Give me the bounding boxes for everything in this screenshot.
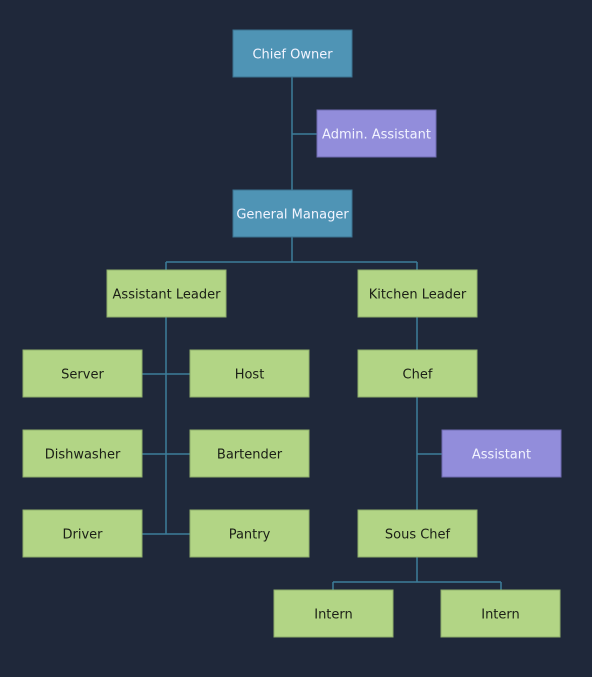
node-chief-owner[interactable]: Chief Owner (232, 29, 353, 78)
node-admin-assistant[interactable]: Admin. Assistant (316, 109, 437, 158)
node-label: Driver (62, 528, 103, 543)
node-sous-chef[interactable]: Sous Chef (357, 509, 478, 558)
node-kitchen-leader[interactable]: Kitchen Leader (357, 269, 478, 318)
node-pantry[interactable]: Pantry (189, 509, 310, 558)
node-assistant-leader[interactable]: Assistant Leader (106, 269, 227, 318)
node-label: Intern (314, 608, 353, 623)
node-label: General Manager (236, 208, 349, 223)
node-label: Assistant Leader (113, 288, 222, 303)
node-label: Server (61, 368, 104, 383)
node-label: Assistant (472, 448, 531, 463)
node-host[interactable]: Host (189, 349, 310, 398)
node-intern-1[interactable]: Intern (273, 589, 394, 638)
node-dishwasher[interactable]: Dishwasher (22, 429, 143, 478)
node-bartender[interactable]: Bartender (189, 429, 310, 478)
node-driver[interactable]: Driver (22, 509, 143, 558)
node-label: Intern (481, 608, 520, 623)
node-label: Host (235, 368, 265, 383)
node-assistant[interactable]: Assistant (441, 429, 562, 478)
node-label: Sous Chef (385, 528, 451, 543)
node-label: Bartender (217, 448, 283, 463)
node-chef[interactable]: Chef (357, 349, 478, 398)
node-label: Pantry (229, 528, 271, 543)
node-intern-2[interactable]: Intern (440, 589, 561, 638)
node-label: Admin. Assistant (322, 128, 431, 143)
node-label: Chef (403, 368, 433, 383)
org-chart: Chief Owner Admin. Assistant General Manag… (22, 29, 562, 638)
node-label: Kitchen Leader (369, 288, 467, 303)
node-general-manager[interactable]: General Manager (232, 189, 353, 238)
node-label: Chief Owner (252, 48, 333, 63)
node-label: Dishwasher (45, 448, 121, 463)
node-server[interactable]: Server (22, 349, 143, 398)
